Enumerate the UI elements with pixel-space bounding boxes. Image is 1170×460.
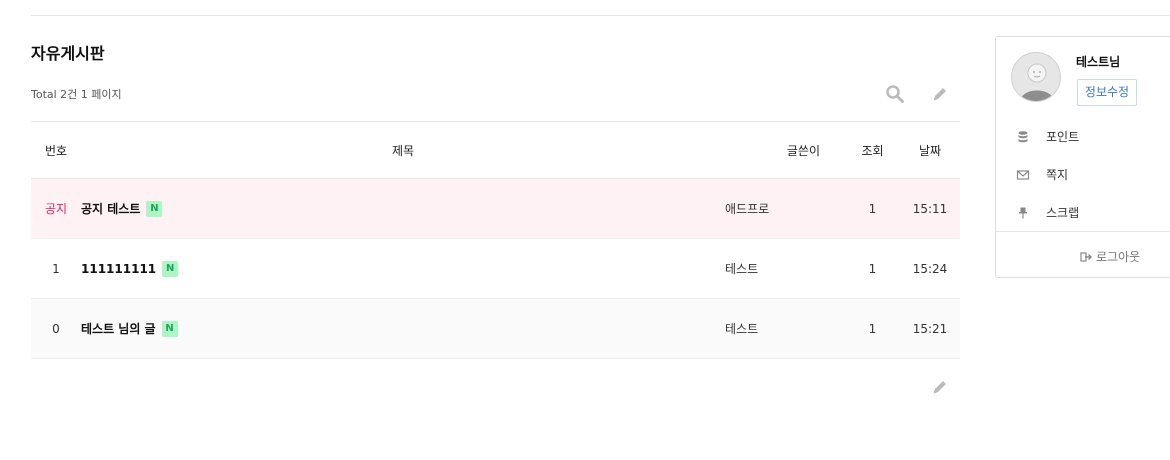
post-date: 15:24 [900,238,960,299]
table-row: 1 111111111 N 테스트 1 15:24 [31,238,960,299]
table-row: 공지 공지 테스트 N 애드프로 1 15:11 [31,178,960,239]
menu-item-label: 스크랩 [1046,206,1080,220]
menu-item-point[interactable]: 포인트 [1016,128,1079,145]
post-hits: 1 [845,298,900,359]
column-header-subject: 제목 [81,121,725,179]
sign-out-icon [1080,251,1092,262]
top-divider [31,15,1170,16]
post-date: 15:21 [900,298,960,359]
post-link[interactable]: 테스트 님의 글 N [81,320,178,337]
edit-profile-button[interactable]: 정보수정 [1077,79,1137,106]
user-nickname: 테스트님 [1076,55,1121,69]
post-subject[interactable]: 공지 테스트 [81,200,140,217]
search-icon[interactable] [885,84,905,104]
database-icon [1018,130,1028,142]
post-writer[interactable]: 테스트 [725,238,845,299]
profile-box: 테스트님 정보수정 포인트 쪽지 스크랩 로그아웃 [995,36,1170,278]
menu-item-label: 포인트 [1046,130,1080,144]
new-badge: N [146,200,163,217]
table-row: 0 테스트 님의 글 N 테스트 1 15:21 [31,298,960,359]
profile-divider [996,231,1170,232]
new-badge: N [161,320,178,337]
menu-item-label: 쪽지 [1046,168,1069,182]
post-count: Total 2건 1 페이지 [31,88,122,101]
column-header-writer[interactable]: 글쓴이 [725,121,845,179]
post-writer[interactable]: 애드프로 [725,178,845,239]
post-number: 1 [31,238,81,299]
post-date: 15:11 [900,178,960,239]
user-silhouette-icon [1020,63,1054,101]
page-title: 자유게시판 [31,44,105,63]
envelope-icon [1016,169,1030,180]
post-hits: 1 [845,238,900,299]
post-subject[interactable]: 111111111 [81,262,156,276]
thumbtack-icon [1019,207,1027,218]
table-header-row: 번호 제목 글쓴이 조회 날짜 [31,121,960,179]
notice-label: 공지 [44,202,68,216]
logout-button[interactable]: 로그아웃 [1080,248,1140,265]
logout-label[interactable]: 로그아웃 [1096,248,1140,265]
post-subject[interactable]: 테스트 님의 글 [81,320,156,337]
menu-item-memo[interactable]: 쪽지 [1016,166,1068,183]
pencil-icon[interactable] [931,378,949,396]
pencil-icon[interactable] [931,85,949,103]
menu-item-scrap[interactable]: 스크랩 [1016,204,1079,221]
post-writer[interactable]: 테스트 [725,298,845,359]
new-badge: N [162,260,179,277]
post-number: 0 [31,298,81,359]
post-link[interactable]: 111111111 N [81,260,179,277]
post-link[interactable]: 공지 테스트 N [81,200,163,217]
post-table: 번호 제목 글쓴이 조회 날짜 공지 공지 테스트 N 애드프로 1 15:11 [31,121,960,359]
avatar[interactable] [1011,52,1061,102]
post-hits: 1 [845,178,900,239]
column-header-num: 번호 [31,121,81,179]
column-header-hits[interactable]: 조회 [845,121,900,179]
column-header-date[interactable]: 날짜 [900,121,960,179]
